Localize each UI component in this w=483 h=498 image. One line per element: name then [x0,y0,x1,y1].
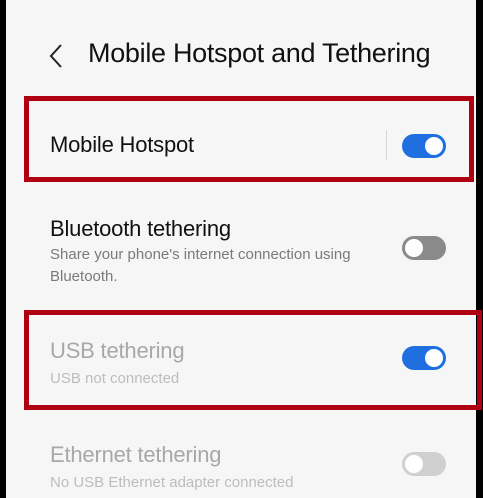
mobile-hotspot-toggle[interactable] [402,134,446,158]
divider [386,130,387,160]
bluetooth-tethering-toggle[interactable] [402,236,446,260]
setting-usb-tethering: USB tethering USB not connected [6,316,476,402]
setting-ethernet-tethering: Ethernet tethering No USB Ethernet adapt… [6,420,476,498]
setting-subtitle: No USB Ethernet adapter connected [50,474,294,491]
setting-mobile-hotspot[interactable]: Mobile Hotspot [6,100,476,186]
app-header: Mobile Hotspot and Tethering [6,0,476,96]
toggle-knob [403,237,425,259]
page-title: Mobile Hotspot and Tethering [88,38,431,68]
setting-bluetooth-tethering[interactable]: Bluetooth tethering Share your phone's i… [6,200,476,300]
setting-subtitle: Share your phone's internet connection u… [50,246,351,285]
setting-subtitle: USB not connected [50,370,180,387]
setting-title: Bluetooth tethering [50,216,231,241]
chevron-left-icon [49,44,62,68]
setting-title: USB tethering [50,338,185,363]
toggle-knob [423,135,445,157]
toggle-knob [423,347,445,369]
usb-tethering-toggle [402,346,446,370]
setting-title: Mobile Hotspot [50,132,194,157]
toggle-knob [403,453,425,475]
ethernet-tethering-toggle [402,452,446,476]
setting-title: Ethernet tethering [50,442,222,467]
settings-screen: Mobile Hotspot and Tethering Mobile Hots… [6,0,476,498]
back-button[interactable] [44,40,68,72]
